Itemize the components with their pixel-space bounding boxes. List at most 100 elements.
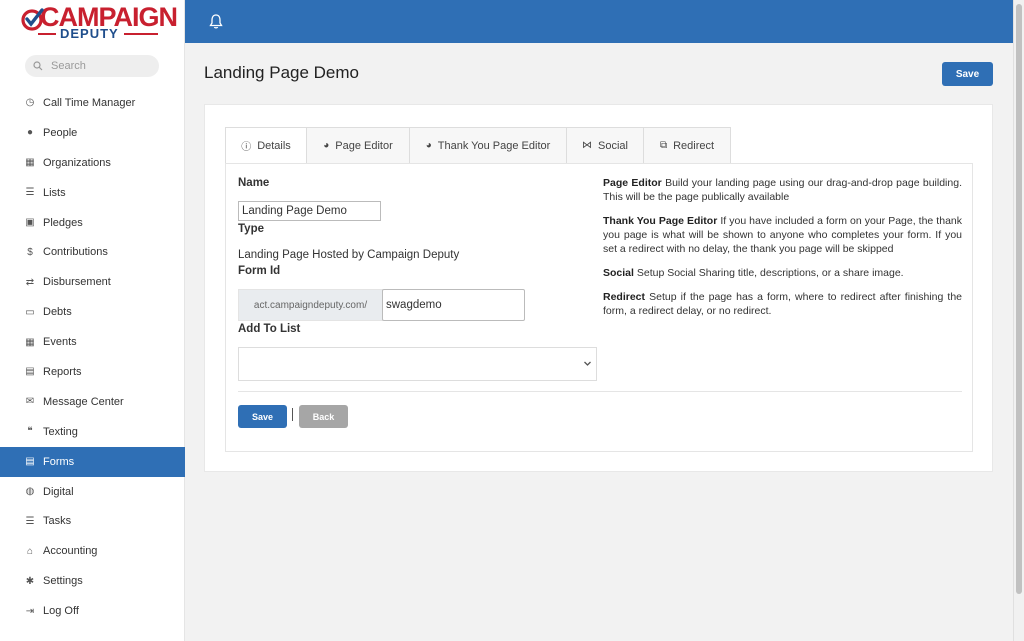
sidebar-item-label: Texting (43, 425, 78, 438)
person-icon: ● (26, 127, 34, 139)
sidebar-item-debts[interactable]: ▭ Debts (0, 297, 185, 327)
sidebar-nav: ◷ Call Time Manager ● People ▦ Organizations ☰… (0, 88, 185, 626)
sidebar-item-pledges[interactable]: ▣ Pledges (0, 208, 185, 238)
sidebar-item-label: Digital (43, 485, 74, 498)
name-label: Name (238, 177, 270, 189)
help-title: Page Editor (603, 177, 662, 189)
help-title: Thank You Page Editor (603, 215, 718, 227)
share-icon: ⋈ (582, 140, 593, 151)
building-icon: ▦ (25, 157, 35, 169)
sidebar-item-contributions[interactable]: $ Contributions (0, 237, 185, 267)
gift-icon: ▣ (25, 217, 35, 228)
list-icon: ☰ (25, 187, 35, 199)
chevron-down-icon (584, 361, 591, 366)
save-button-top[interactable]: Save (942, 62, 993, 86)
tab-redirect[interactable]: ⧉ Redirect (643, 127, 731, 163)
help-text: Setup Social Sharing title, descriptions… (636, 267, 904, 279)
sidebar-item-reports[interactable]: ▤ Reports (0, 357, 185, 387)
info-icon: ⓘ (241, 142, 252, 153)
comments-icon: ❝ (27, 426, 33, 438)
add-to-list-label: Add To List (238, 323, 301, 335)
sidebar-item-label: Tasks (43, 515, 72, 528)
search-input[interactable]: Search (25, 55, 159, 77)
sidebar-item-disbursement[interactable]: ⇄ Disbursement (0, 267, 185, 297)
sidebar-item-people[interactable]: ● People (0, 118, 185, 148)
sidebar-item-label: Accounting (43, 545, 98, 558)
file-icon: ▤ (25, 366, 35, 378)
bell-icon[interactable] (208, 13, 224, 33)
clock-icon: ◷ (25, 97, 35, 109)
details-panel: Name Landing Page Demo Type Landing Page… (225, 163, 973, 452)
tab-label: Redirect (673, 139, 715, 152)
name-input[interactable]: Landing Page Demo (238, 201, 381, 221)
sidebar-item-label: Reports (43, 365, 82, 378)
envelope-icon: ✉ (25, 396, 35, 408)
scrollbar-thumb[interactable] (1016, 4, 1022, 594)
sidebar-item-call-time-manager[interactable]: ◷ Call Time Manager (0, 88, 185, 118)
gear-icon: ✱ (25, 575, 35, 587)
sidebar-item-message-center[interactable]: ✉ Message Center (0, 387, 185, 417)
sidebar-item-tasks[interactable]: ☰ Tasks (0, 506, 185, 536)
checkmark-logo-icon (20, 7, 44, 31)
form-card: ⓘ Details ◕ Page Editor ◕ Thank You Page Edit… (204, 104, 993, 472)
sidebar-item-label: Settings (43, 575, 83, 588)
save-button[interactable]: Save (238, 405, 287, 428)
sidebar-item-settings[interactable]: ✱ Settings (0, 566, 185, 596)
form-icon: ▤ (25, 456, 35, 468)
sidebar-item-lists[interactable]: ☰ Lists (0, 178, 185, 208)
type-label: Type (238, 223, 264, 235)
help-paragraph: Social Setup Social Sharing title, descr… (603, 266, 962, 280)
tab-details[interactable]: ⓘ Details (225, 127, 307, 163)
sidebar-item-label: Call Time Manager (43, 96, 136, 109)
bank-icon: ⌂ (26, 545, 34, 557)
sidebar-item-label: Pledges (43, 216, 83, 229)
sidebar-item-accounting[interactable]: ⌂ Accounting (0, 536, 185, 566)
tasks-icon: ☰ (25, 515, 35, 527)
tab-bar: ⓘ Details ◕ Page Editor ◕ Thank You Page Edit… (225, 127, 731, 163)
campaign-deputy-logo[interactable]: CAMPAIGN DEPUTY (0, 0, 184, 44)
sidebar-item-label: Log Off (43, 605, 79, 618)
window-scrollbar[interactable] (1013, 0, 1024, 641)
tab-label: Details (257, 139, 291, 152)
sidebar-item-label: Contributions (43, 246, 108, 259)
tab-thank-you-page-editor[interactable]: ◕ Thank You Page Editor (409, 127, 567, 163)
sidebar-item-label: Message Center (43, 395, 124, 408)
tab-page-editor[interactable]: ◕ Page Editor (306, 127, 410, 163)
add-to-list-select[interactable] (238, 347, 597, 381)
sidebar-item-label: Disbursement (43, 276, 111, 289)
sidebar-item-label: Events (43, 336, 77, 349)
sidebar-item-events[interactable]: ▦ Events (0, 327, 185, 357)
sidebar-item-label: Debts (43, 306, 72, 319)
sidebar-item-forms[interactable]: ▤ Forms (0, 446, 185, 477)
help-paragraph: Page Editor Build your landing page usin… (603, 176, 962, 204)
help-text: Setup if the page has a form, where to r… (603, 291, 962, 317)
sidebar-item-label: Lists (43, 186, 66, 199)
form-id-input[interactable]: swagdemo (382, 289, 525, 321)
palette-icon: ◕ (323, 140, 330, 151)
top-bar (185, 0, 1013, 43)
logo-text-sub: DEPUTY (38, 27, 184, 40)
type-value: Landing Page Hosted by Campaign Deputy (238, 249, 460, 261)
exchange-icon: ⇄ (25, 276, 35, 288)
help-paragraph: Thank You Page Editor If you have includ… (603, 214, 962, 256)
form-id-label: Form Id (238, 265, 281, 277)
back-button[interactable]: Back (299, 405, 348, 428)
sidebar-item-organizations[interactable]: ▦ Organizations (0, 148, 185, 178)
help-text: Page Editor Build your landing page usin… (603, 176, 962, 328)
form-id-prefix: act.campaigndeputy.com/ (238, 289, 383, 321)
sidebar-item-log-off[interactable]: ⇥ Log Off (0, 596, 185, 626)
tab-label: Thank You Page Editor (437, 139, 551, 152)
button-separator (292, 408, 293, 421)
globe-icon: ◍ (25, 486, 35, 498)
money-icon: ▭ (25, 306, 35, 318)
palette-icon: ◕ (425, 140, 432, 151)
dollar-icon: $ (27, 246, 33, 258)
help-paragraph: Redirect Setup if the page has a form, w… (603, 290, 962, 318)
external-link-icon: ⧉ (659, 140, 668, 151)
sidebar-item-label: Organizations (43, 156, 111, 169)
tab-social[interactable]: ⋈ Social (566, 127, 644, 163)
help-title: Social (603, 267, 634, 279)
sidebar-item-texting[interactable]: ❝ Texting (0, 417, 185, 447)
sidebar-item-digital[interactable]: ◍ Digital (0, 477, 185, 507)
search-icon (33, 61, 43, 71)
